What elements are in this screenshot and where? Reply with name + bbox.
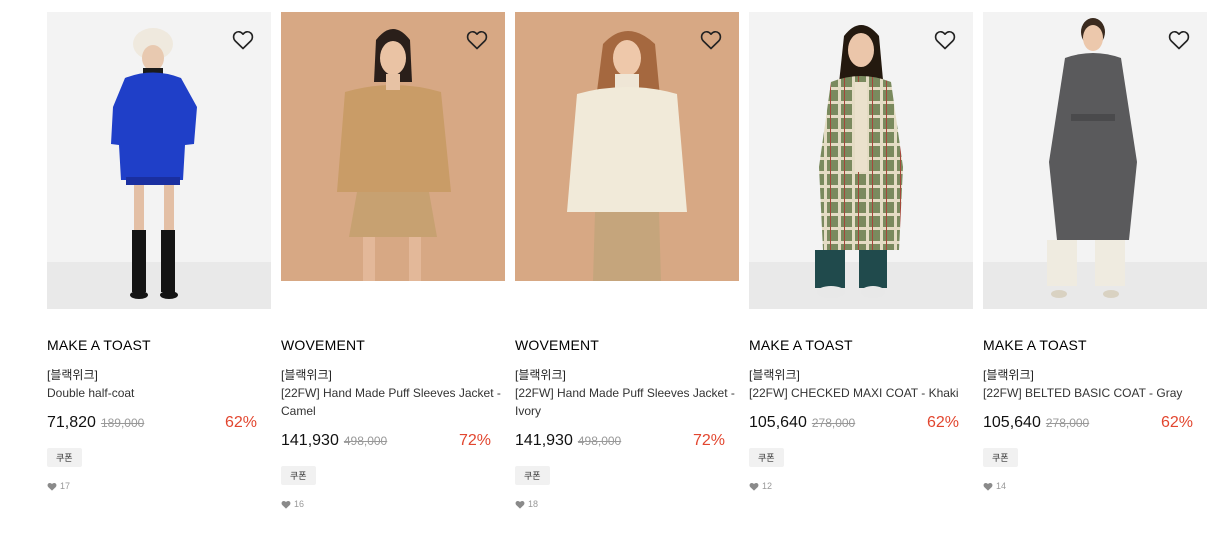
- price-row: 141,930 498,000 72%: [515, 432, 739, 452]
- wishlist-heart-icon[interactable]: [933, 28, 957, 52]
- wishlist-heart-icon[interactable]: [699, 28, 723, 52]
- discount-rate: 72%: [458, 432, 491, 449]
- discount-rate: 62%: [224, 414, 257, 431]
- like-count: 12: [749, 481, 973, 491]
- product-image[interactable]: [749, 12, 973, 309]
- original-price: 498,000: [343, 434, 388, 448]
- heart-filled-icon: [47, 482, 57, 491]
- sale-price: 105,640: [983, 414, 1041, 431]
- product-photo[interactable]: [515, 12, 739, 281]
- sale-price: 105,640: [749, 414, 807, 431]
- discount-rate: 62%: [926, 414, 959, 431]
- promo-tag: [블랙위크]: [983, 368, 1034, 382]
- product-card[interactable]: WOVEMENT [블랙위크] [22FW] Hand Made Puff Sl…: [515, 12, 739, 509]
- brand-name[interactable]: MAKE A TOAST: [983, 336, 1207, 354]
- wishlist-heart-icon[interactable]: [231, 28, 255, 52]
- product-name[interactable]: [22FW] Hand Made Puff Sleeves Jacket - C…: [281, 384, 505, 420]
- product-photo[interactable]: [749, 12, 973, 309]
- brand-name[interactable]: MAKE A TOAST: [749, 336, 973, 354]
- promo-tag: [블랙위크]: [749, 368, 800, 382]
- product-photo[interactable]: [983, 12, 1207, 309]
- like-count-value: 14: [996, 481, 1007, 491]
- product-image[interactable]: [47, 12, 271, 309]
- discount-rate: 72%: [692, 432, 725, 449]
- sale-price: 141,930: [515, 432, 573, 449]
- wishlist-heart-icon[interactable]: [1167, 28, 1191, 52]
- product-image[interactable]: [515, 12, 739, 309]
- product-card[interactable]: WOVEMENT [블랙위크] [22FW] Hand Made Puff Sl…: [281, 12, 505, 509]
- product-name[interactable]: Double half-coat: [47, 384, 271, 402]
- coupon-badge: 쿠폰: [749, 448, 784, 467]
- like-count-value: 16: [294, 499, 305, 509]
- like-count: 14: [983, 481, 1207, 491]
- coupon-badge: 쿠폰: [983, 448, 1018, 467]
- product-name[interactable]: [22FW] BELTED BASIC COAT - Gray: [983, 384, 1207, 402]
- promo-tag: [블랙위크]: [47, 368, 98, 382]
- like-count-value: 17: [60, 481, 71, 491]
- original-price: 498,000: [577, 434, 622, 448]
- original-price: 189,000: [100, 416, 145, 430]
- brand-name[interactable]: MAKE A TOAST: [47, 336, 271, 354]
- coupon-badge: 쿠폰: [515, 466, 550, 485]
- wishlist-heart-icon[interactable]: [465, 28, 489, 52]
- product-image[interactable]: [983, 12, 1207, 309]
- original-price: 278,000: [811, 416, 856, 430]
- price-row: 71,820 189,000 62%: [47, 414, 271, 434]
- sale-price: 71,820: [47, 414, 96, 431]
- original-price: 278,000: [1045, 416, 1090, 430]
- heart-filled-icon: [983, 482, 993, 491]
- product-grid: MAKE A TOAST [블랙위크] Double half-coat 71,…: [47, 12, 1207, 509]
- heart-filled-icon: [749, 482, 759, 491]
- price-row: 141,930 498,000 72%: [281, 432, 505, 452]
- like-count-value: 18: [528, 499, 539, 509]
- product-photo[interactable]: [281, 12, 505, 281]
- like-count: 16: [281, 499, 505, 509]
- product-card[interactable]: MAKE A TOAST [블랙위크] Double half-coat 71,…: [47, 12, 271, 509]
- promo-tag: [블랙위크]: [515, 368, 566, 382]
- heart-filled-icon: [515, 500, 525, 509]
- product-card[interactable]: MAKE A TOAST [블랙위크] [22FW] BELTED BASIC …: [983, 12, 1207, 509]
- heart-filled-icon: [281, 500, 291, 509]
- product-name[interactable]: [22FW] CHECKED MAXI COAT - Khaki: [749, 384, 973, 402]
- brand-name[interactable]: WOVEMENT: [515, 336, 739, 354]
- coupon-badge: 쿠폰: [281, 466, 316, 485]
- coupon-badge: 쿠폰: [47, 448, 82, 467]
- product-image[interactable]: [281, 12, 505, 309]
- like-count: 17: [47, 481, 271, 491]
- price-row: 105,640 278,000 62%: [749, 414, 973, 434]
- sale-price: 141,930: [281, 432, 339, 449]
- product-name[interactable]: [22FW] Hand Made Puff Sleeves Jacket - I…: [515, 384, 739, 420]
- like-count-value: 12: [762, 481, 773, 491]
- price-row: 105,640 278,000 62%: [983, 414, 1207, 434]
- like-count: 18: [515, 499, 739, 509]
- product-photo[interactable]: [47, 12, 271, 309]
- promo-tag: [블랙위크]: [281, 368, 332, 382]
- discount-rate: 62%: [1160, 414, 1193, 431]
- product-card[interactable]: MAKE A TOAST [블랙위크] [22FW] CHECKED MAXI …: [749, 12, 973, 509]
- brand-name[interactable]: WOVEMENT: [281, 336, 505, 354]
